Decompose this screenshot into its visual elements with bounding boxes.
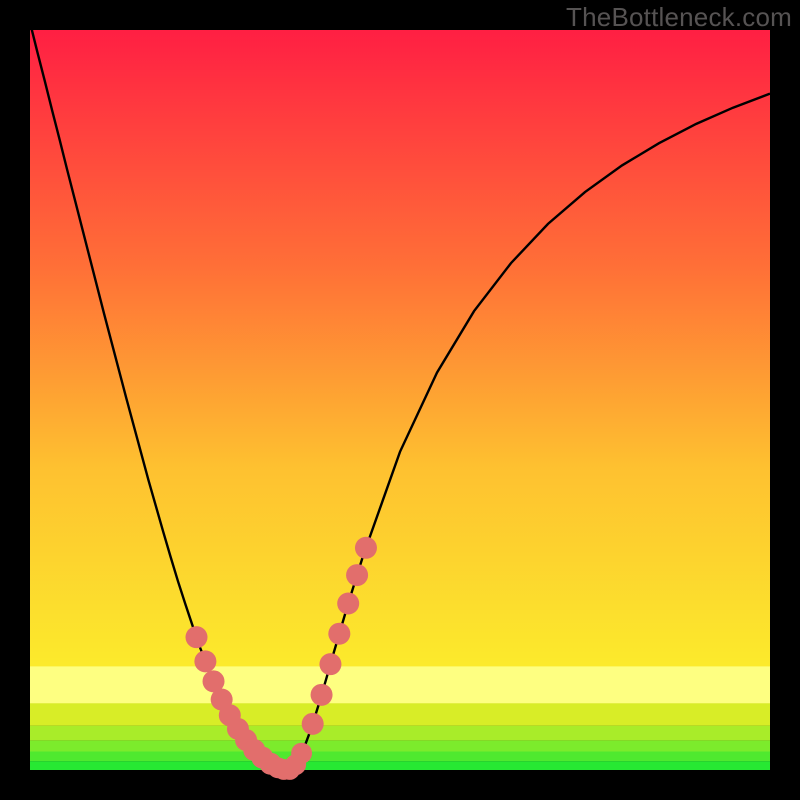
- bead-marker: [337, 593, 359, 615]
- bead-marker: [302, 713, 324, 735]
- bead-marker: [291, 743, 312, 764]
- bead-marker: [328, 623, 350, 645]
- background-gradient: [30, 30, 770, 770]
- bead-marker: [355, 537, 377, 559]
- chart-container: TheBottleneck.com: [0, 0, 800, 800]
- bead-marker: [186, 626, 208, 648]
- watermark-text: TheBottleneck.com: [566, 2, 792, 33]
- bead-marker: [311, 684, 333, 706]
- bead-marker: [319, 653, 341, 675]
- bottleneck-plot: [30, 30, 770, 770]
- bead-marker: [346, 564, 368, 586]
- bead-marker: [194, 650, 216, 672]
